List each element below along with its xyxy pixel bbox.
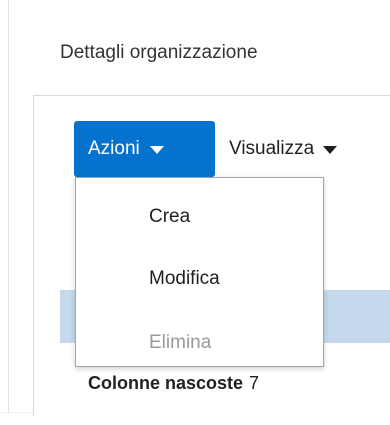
menu-item-delete: Elimina <box>149 332 212 353</box>
hidden-columns-label: Colonne nascoste <box>88 373 244 393</box>
caret-down-icon <box>323 146 338 154</box>
hidden-columns-count: 7 <box>249 373 260 393</box>
actions-button-label: Azioni <box>88 138 140 159</box>
page-title: Dettagli organizzazione <box>60 42 258 63</box>
menu-item-create[interactable]: Crea <box>149 206 190 228</box>
actions-menu-button[interactable]: Azioni <box>74 121 215 177</box>
menu-item-edit[interactable]: Modifica <box>149 268 220 290</box>
left-divider <box>8 0 9 412</box>
view-button-label: Visualizza <box>229 138 315 159</box>
caret-down-icon <box>149 146 164 154</box>
hidden-columns-status: Colonne nascoste 7 <box>88 373 259 394</box>
view-menu-button[interactable]: Visualizza <box>229 121 338 177</box>
actions-dropdown-menu: Crea Modifica Elimina <box>75 177 324 367</box>
